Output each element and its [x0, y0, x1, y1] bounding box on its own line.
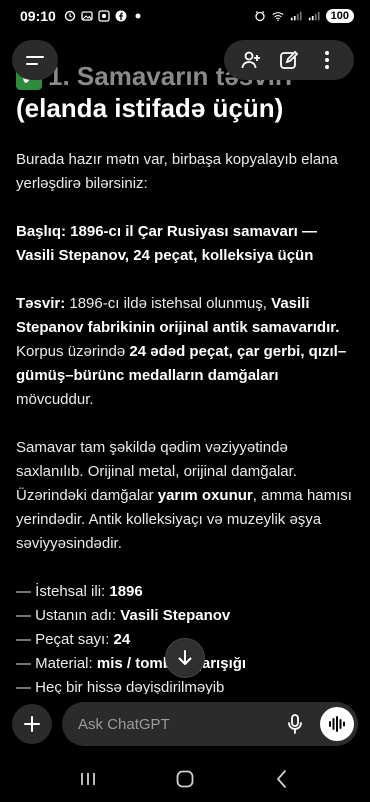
screenshot-icon — [98, 10, 110, 22]
intro-paragraph: Burada hazır mətn var, birbaşa kopyalayı… — [16, 151, 338, 192]
recents-icon — [81, 773, 96, 785]
message-input-container — [62, 702, 358, 746]
list-item-value: 1896 — [109, 583, 143, 600]
list-item: — Ustanın adı: Vasili Stepanov — [16, 604, 354, 628]
list-item-value: 24 — [113, 631, 131, 648]
header-actions — [224, 40, 354, 80]
voice-mode-button[interactable] — [320, 707, 354, 741]
message-input[interactable] — [78, 702, 268, 746]
home-button[interactable] — [170, 764, 200, 794]
scroll-to-bottom-button[interactable] — [165, 638, 205, 678]
back-button[interactable] — [267, 764, 297, 794]
new-chat-button[interactable] — [274, 45, 304, 75]
battery-icon: 100 — [325, 9, 354, 23]
list-item-label: — Peçat sayı: — [16, 631, 114, 648]
alarm-icon — [64, 10, 76, 22]
arrow-down-icon — [178, 650, 192, 665]
photos-icon — [81, 10, 93, 22]
condition-bold: yarım oxunur — [157, 487, 253, 504]
description-text: mövcuddur. — [16, 391, 94, 408]
list-item-value: Vasili Stepanov — [120, 607, 231, 624]
add-people-button[interactable] — [236, 45, 266, 75]
plus-icon — [24, 716, 40, 732]
waveform-icon — [329, 716, 345, 732]
list-item: — İstehsal ili: 1896 — [16, 580, 354, 604]
dot-icon — [132, 10, 144, 22]
condition-paragraph: Samavar tam şəkildə qədim vəziyyətində s… — [16, 436, 354, 556]
composer — [0, 694, 370, 754]
back-icon — [276, 770, 286, 788]
wifi-icon — [272, 10, 284, 22]
list-item-label: — Ustanın adı: — [16, 607, 121, 624]
sidebar-menu-button[interactable] — [12, 40, 58, 80]
title-paragraph: Başlıq: 1896-cı il Çar Rusiyası samavarı… — [16, 223, 317, 264]
menu-icon — [26, 55, 44, 58]
system-nav-bar — [0, 756, 370, 802]
status-bar: 09:10 100 — [0, 0, 370, 32]
home-icon — [176, 770, 194, 788]
more-options-button[interactable] — [312, 45, 342, 75]
microphone-icon — [288, 714, 302, 734]
list-item-label: — Material: — [16, 655, 97, 672]
facebook-icon — [115, 10, 127, 22]
dictate-button[interactable] — [280, 709, 310, 739]
chat-message: ✔1. Samavarın təsviri (elanda istifadə ü… — [0, 60, 370, 700]
description-text: Korpus üzərində — [16, 343, 130, 360]
more-vertical-icon — [325, 51, 329, 69]
alarm-clock-icon — [254, 10, 266, 22]
edit-icon — [280, 50, 299, 69]
add-person-icon — [241, 51, 260, 69]
description-label: Təsvir: — [16, 295, 66, 312]
list-item-label: — İstehsal ili: — [16, 583, 110, 600]
signal-icon — [308, 10, 320, 22]
description-text: 1896-cı ildə istehsal olunmuş, — [65, 295, 272, 312]
signal-icon — [290, 10, 302, 22]
status-time: 09:10 — [20, 8, 56, 24]
system-icons: 100 — [254, 9, 354, 23]
menu-icon — [26, 62, 38, 65]
recent-apps-button[interactable] — [73, 764, 103, 794]
attach-button[interactable] — [12, 704, 52, 744]
description-paragraph: Təsvir: 1896-cı ildə istehsal olunmuş, V… — [16, 292, 354, 412]
notification-icons — [64, 10, 144, 22]
heading-line-2: (elanda istifadə üçün) — [16, 93, 284, 123]
